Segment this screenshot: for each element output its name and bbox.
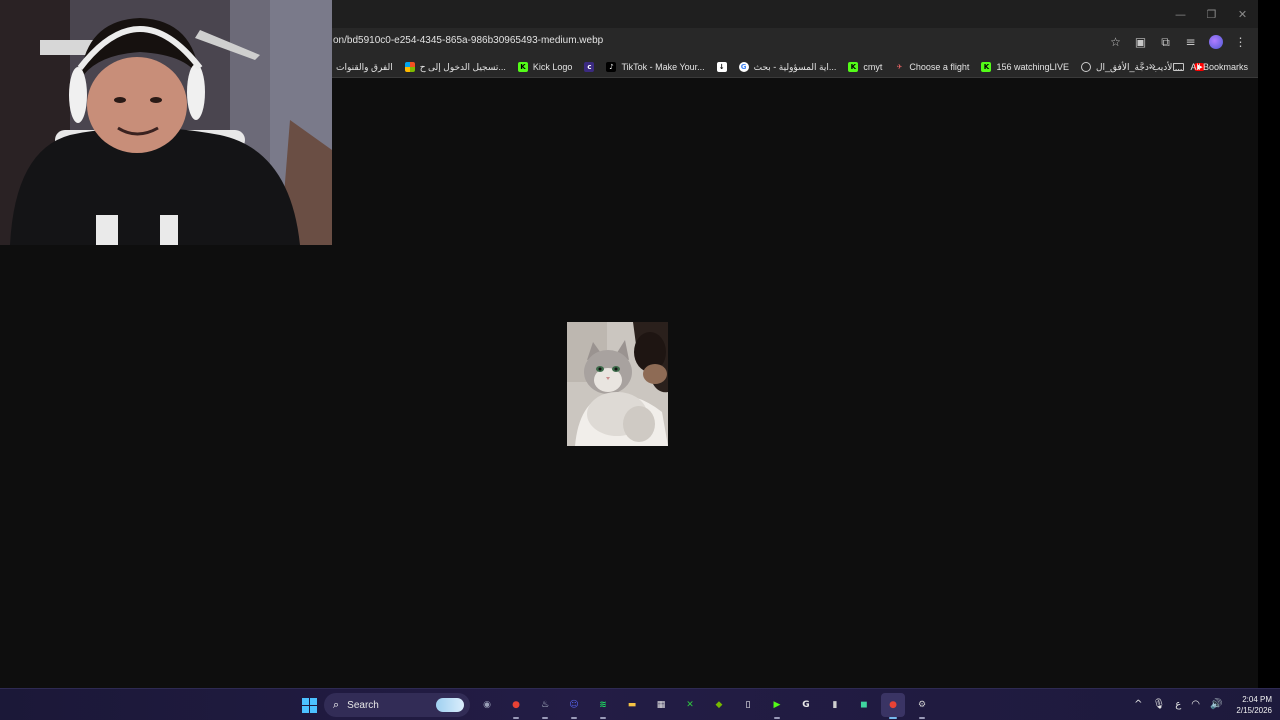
taskbar-search[interactable]: ⌕ Search <box>324 693 470 717</box>
bookmark-item[interactable]: c <box>581 62 597 72</box>
taskbar-app-steam[interactable]: ♨ <box>533 693 557 719</box>
bookmark-label: TikTok - Make Your... <box>621 62 705 72</box>
folder-icon <box>1173 63 1185 71</box>
bookmark-item[interactable]: K Kick Logo <box>515 62 576 72</box>
taskbar-app-settings[interactable]: ⚙ <box>910 693 934 719</box>
taskbar-center: ⌕ Search ◉ ● ♨ ☺ ≋ ▬ ▦ ✕ ◆ ▯ ▶ G ▮ ◼ ● ⚙ <box>299 693 934 719</box>
bookmark-label: Choose a flight <box>909 62 970 72</box>
bookmark-label: تسجيل الدخول إلى ح... <box>419 61 506 72</box>
clock-time: 2:04 PM <box>1242 694 1272 704</box>
microphone-icon[interactable]: 🎙 <box>1153 699 1166 710</box>
settings-icon: ⚙ <box>917 700 927 710</box>
restore-button[interactable]: ❐ <box>1196 0 1227 28</box>
bookmark-item[interactable]: ✈ Choose a flight <box>891 62 972 72</box>
more-bookmarks-icon[interactable]: » <box>1149 59 1156 73</box>
globe-icon <box>1081 62 1091 72</box>
download-icon: ↓ <box>716 62 727 72</box>
steam-icon: ♨ <box>540 700 550 710</box>
microsoft-store-icon: ▦ <box>656 700 666 710</box>
taskbar-app-spotify[interactable]: ≋ <box>591 693 615 719</box>
star-icon[interactable]: ☆ <box>1106 31 1125 53</box>
tiktok-icon: ♪ <box>606 62 617 72</box>
taskbar-app-chrome-active[interactable]: ● <box>881 693 905 719</box>
file-explorer-icon: ▬ <box>627 700 637 710</box>
bookmark-item[interactable]: Kcmyt <box>845 62 885 72</box>
taskbar-app-nvidia[interactable]: ◆ <box>707 693 731 717</box>
language-indicator[interactable]: ع <box>1175 699 1181 710</box>
flight-icon: ✈ <box>896 63 903 71</box>
kick-icon: K <box>981 62 992 72</box>
clock[interactable]: 2:04 PM 2/15/2026 <box>1236 694 1272 716</box>
bookmark-item[interactable]: الفرق والقنوات <box>333 62 396 73</box>
webcam-overlay <box>0 0 332 245</box>
taskbar-app-microsoft-store[interactable]: ▦ <box>649 693 673 717</box>
taskbar-app-xbox[interactable]: ✕ <box>678 693 702 717</box>
profile-avatar[interactable] <box>1206 31 1225 53</box>
bookmark-label: الأديب-دجَّة_الأفق_ال... <box>1096 61 1183 72</box>
search-highlight-image <box>436 698 464 712</box>
toolbar-icons: ☆ ▣ ⧉ ≡ ⋮ <box>1106 31 1250 53</box>
discord-icon: ☺ <box>569 700 579 710</box>
taskbar-app-chrome[interactable]: ● <box>504 693 528 719</box>
bookmark-label: Kick Logo <box>532 62 573 72</box>
cat-photo <box>567 322 668 446</box>
notepad-icon: ▯ <box>745 700 751 710</box>
bookmark-label: الفرق والقنوات <box>336 61 393 72</box>
media-icon[interactable]: ▣ <box>1131 31 1150 53</box>
tab-search-icon[interactable]: ≡ <box>1181 31 1200 53</box>
play-icon: ▶ <box>773 700 781 710</box>
microsoft-icon <box>404 62 415 72</box>
bookmark-item[interactable]: K 156 watchingLIVE <box>978 62 1072 72</box>
wifi-icon[interactable]: ◠ <box>1191 699 1200 710</box>
extensions-icon[interactable]: ⧉ <box>1156 31 1175 53</box>
c-icon: c <box>584 62 595 72</box>
camera-icon: ◉ <box>483 700 491 710</box>
bookmark-item[interactable]: G اية المسؤولية - بحث... <box>736 62 840 73</box>
taskbar: ⌕ Search ◉ ● ♨ ☺ ≋ ▬ ▦ ✕ ◆ ▯ ▶ G ▮ ◼ ● ⚙ ^ 🎙 ع ◠ 🔊 2:04… <box>0 688 1280 720</box>
google-icon: G <box>738 62 749 72</box>
taskbar-app-notepad[interactable]: ▯ <box>736 693 760 717</box>
clock-date: 2/15/2026 <box>1236 705 1272 715</box>
menu-icon[interactable]: ⋮ <box>1231 31 1250 53</box>
taskbar-app-discord[interactable]: ☺ <box>562 693 586 719</box>
nvidia-icon: ◆ <box>715 700 723 710</box>
bookmark-label: cmyt <box>863 62 883 72</box>
bookmark-item[interactable]: ♪ TikTok - Make Your... <box>603 62 707 72</box>
taskbar-app-g-hub[interactable]: G <box>794 693 818 717</box>
bookmark-label: اية المسؤولية - بحث... <box>753 61 837 72</box>
bookmark-label: 156 watchingLIVE <box>996 62 1069 72</box>
volume-icon[interactable]: 🔊 <box>1210 699 1222 710</box>
kick-icon: K <box>848 62 859 72</box>
taskbar-app-battery-app[interactable]: ▮ <box>823 693 847 717</box>
start-button[interactable] <box>299 693 319 717</box>
close-button[interactable]: ✕ <box>1227 0 1258 28</box>
bookmark-item[interactable]: ↓ <box>714 62 730 72</box>
all-bookmarks-label: All Bookmarks <box>1190 62 1248 72</box>
all-bookmarks-button[interactable]: All Bookmarks <box>1173 56 1248 78</box>
windows-logo-icon <box>301 697 317 713</box>
minimize-button[interactable]: — <box>1165 0 1196 28</box>
chevron-up-icon[interactable]: ^ <box>1134 699 1142 710</box>
address-bar[interactable]: on/bd5910c0-e254-4345-865a-986b30965493-… <box>333 35 603 46</box>
search-label: Search <box>347 699 379 711</box>
window-controls: — ❐ ✕ <box>1165 0 1258 28</box>
xbox-icon: ✕ <box>686 700 694 710</box>
bookmark-list: الفرق والقنوات تسجيل الدخول إلى ح... K Kick… <box>333 56 1208 78</box>
search-icon: ⌕ <box>333 698 340 711</box>
bookmark-item[interactable]: تسجيل الدخول إلى ح... <box>402 62 509 73</box>
battery-app-icon: ▮ <box>832 700 838 710</box>
kick-icon: K <box>517 62 528 72</box>
g-hub-icon: G <box>802 700 810 710</box>
taskbar-app-app-green[interactable]: ◼ <box>852 693 876 717</box>
bookmark-item[interactable]: الأديب-دجَّة_الأفق_ال... <box>1078 62 1185 73</box>
chrome-icon: ● <box>512 700 520 710</box>
taskbar-app-file-explorer[interactable]: ▬ <box>620 693 644 717</box>
taskbar-app-play[interactable]: ▶ <box>765 693 789 719</box>
taskbar-app-camera[interactable]: ◉ <box>475 693 499 717</box>
system-tray: ^ 🎙 ع ◠ 🔊 2:04 PM 2/15/2026 <box>1134 689 1272 720</box>
chrome-active-icon: ● <box>889 700 897 710</box>
app-green-icon: ◼ <box>860 700 868 710</box>
spotify-icon: ≋ <box>599 700 607 710</box>
